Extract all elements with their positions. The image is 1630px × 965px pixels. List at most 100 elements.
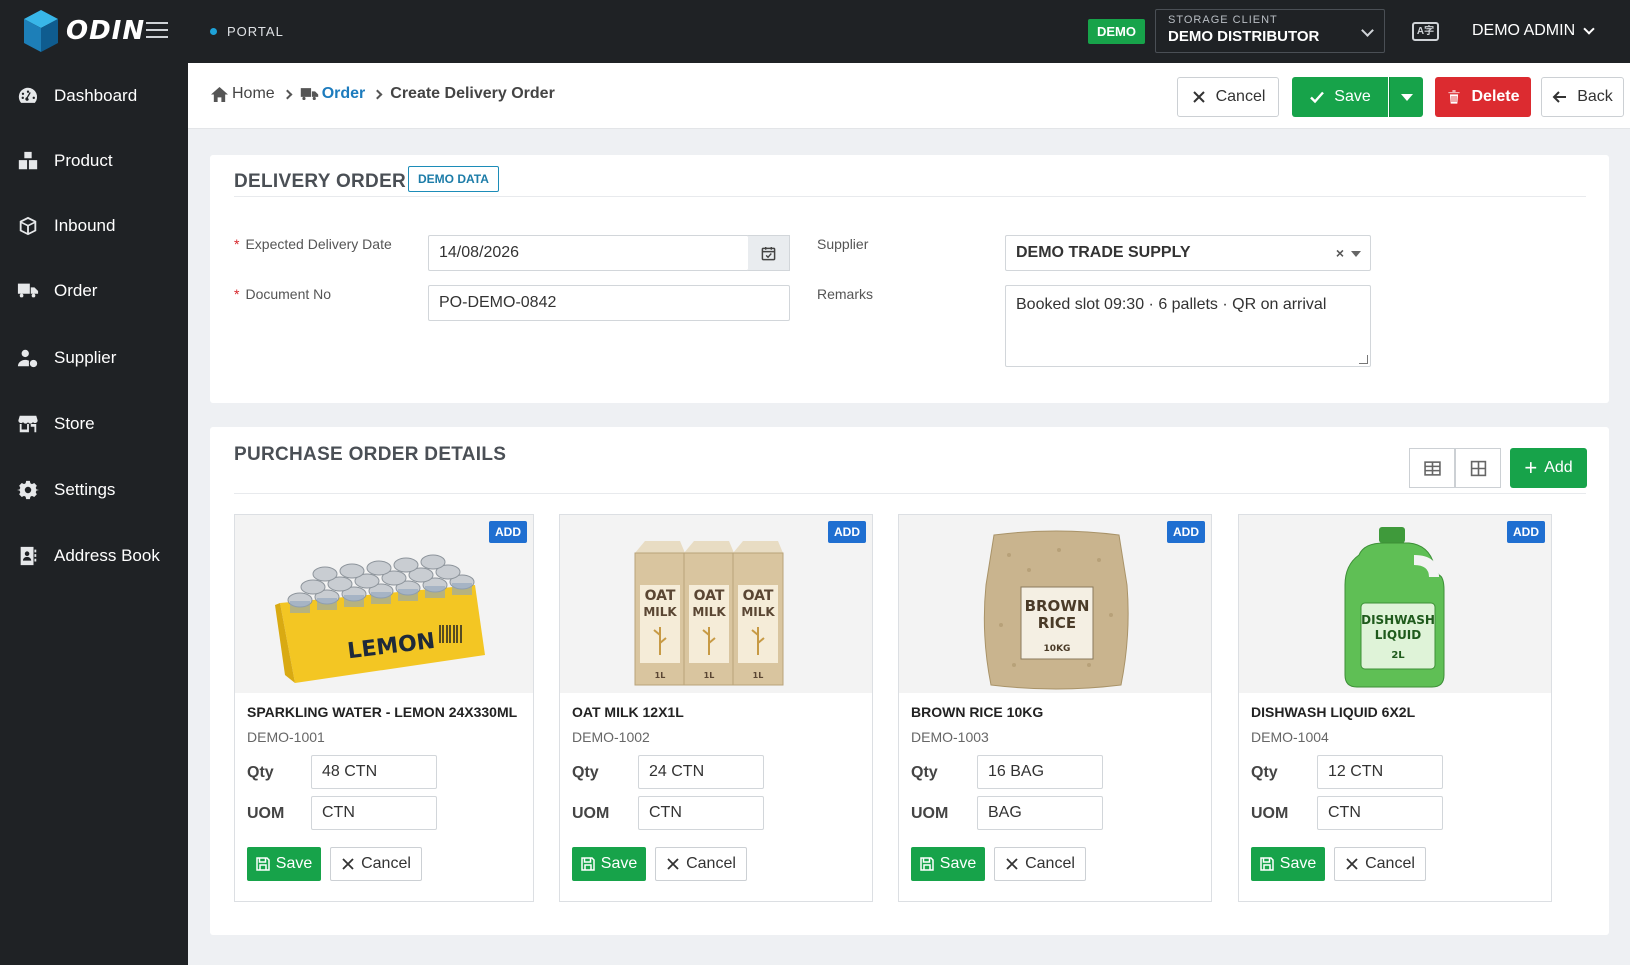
resize-handle-icon[interactable]	[1359, 355, 1368, 364]
storage-client-select[interactable]: STORAGE CLIENT DEMO DISTRIBUTOR	[1155, 9, 1385, 53]
language-icon[interactable]: A字	[1412, 22, 1439, 41]
delete-button[interactable]: Delete	[1435, 77, 1531, 117]
breadcrumb-order-label: Order	[321, 85, 366, 102]
add-product-badge[interactable]: ADD	[828, 521, 866, 543]
uom-input[interactable]: CTN	[1317, 796, 1443, 830]
grid-view-toggle[interactable]	[1409, 448, 1455, 488]
product-card: DISHWASH LIQUID 2L ADD DISHWASH LIQUID 6X2…	[1238, 514, 1552, 902]
add-product-badge[interactable]: ADD	[1167, 521, 1205, 543]
save-options-dropdown[interactable]	[1389, 77, 1423, 117]
uom-input[interactable]: CTN	[638, 796, 764, 830]
back-button-label: Back	[1577, 88, 1613, 105]
table-icon	[1423, 460, 1441, 476]
breadcrumb-home[interactable]: Home	[210, 85, 275, 103]
plus-icon: +	[1524, 455, 1538, 480]
product-image: DISHWASH LIQUID 2L ADD	[1239, 515, 1551, 693]
sidebar-item-dashboard[interactable]: Dashboard	[0, 73, 188, 119]
product-image: OAT MILK OAT MILK OAT MILK 1L 1L 1L ADD	[560, 515, 872, 693]
box-icon	[19, 216, 37, 236]
sidebar-item-label: Supplier	[54, 348, 117, 367]
store-icon	[18, 415, 38, 433]
storage-client-value: DEMO DISTRIBUTOR	[1168, 28, 1320, 45]
menu-toggle-icon[interactable]	[146, 22, 168, 40]
image-text: MILK	[692, 605, 726, 619]
sidebar-item-settings[interactable]: Settings	[0, 467, 188, 513]
product-code: DEMO-1001	[247, 729, 325, 745]
item-save-button[interactable]: Save	[247, 847, 321, 881]
uom-input[interactable]: CTN	[311, 796, 437, 830]
user-name: DEMO ADMIN	[1472, 22, 1576, 39]
remarks-textarea[interactable]: Booked slot 09:30 · 6 pallets · QR on ar…	[1005, 285, 1371, 367]
image-text: OAT	[694, 588, 725, 604]
card-view-toggle[interactable]	[1455, 448, 1501, 488]
product-name: OAT MILK 12X1L	[572, 704, 684, 720]
truck-icon	[17, 283, 39, 298]
back-button[interactable]: Back	[1541, 77, 1624, 117]
product-image: LEMON ADD	[235, 515, 533, 693]
item-cancel-label: Cancel	[686, 855, 736, 872]
sidebar-item-order[interactable]: Order	[0, 268, 188, 314]
sidebar-item-label: Product	[54, 151, 113, 170]
cancel-button[interactable]: Cancel	[1177, 77, 1279, 117]
close-icon	[1346, 858, 1358, 870]
qty-input[interactable]: 16 BAG	[977, 755, 1103, 789]
add-product-badge[interactable]: ADD	[1507, 521, 1545, 543]
qty-input[interactable]: 48 CTN	[311, 755, 437, 789]
clear-icon[interactable]: ×	[1336, 245, 1344, 261]
item-cancel-button[interactable]: Cancel	[994, 847, 1086, 881]
chevron-right-icon	[282, 89, 293, 99]
uom-label: UOM	[572, 805, 610, 822]
trash-icon	[1448, 89, 1461, 105]
user-menu[interactable]: DEMO ADMIN	[1472, 22, 1595, 40]
save-button-label: Save	[1334, 88, 1371, 105]
uom-input[interactable]: BAG	[977, 796, 1103, 830]
item-save-button[interactable]: Save	[1251, 847, 1325, 881]
item-save-button[interactable]: Save	[911, 847, 985, 881]
product-name: BROWN RICE 10KG	[911, 704, 1044, 720]
add-item-button[interactable]: + Add	[1510, 448, 1587, 488]
image-text: BROWN	[1025, 597, 1090, 615]
save-button[interactable]: Save	[1292, 77, 1388, 117]
logo[interactable]: ODIN	[22, 8, 145, 54]
uom-label: UOM	[247, 805, 285, 822]
qty-label: Qty	[572, 764, 599, 781]
qty-input[interactable]: 12 CTN	[1317, 755, 1443, 789]
sidebar-item-product[interactable]: Product	[0, 138, 188, 184]
purchase-order-details-title: PURCHASE ORDER DETAILS	[234, 444, 507, 465]
document-no-input[interactable]: PO-DEMO-0842	[428, 285, 790, 321]
calendar-icon	[761, 246, 776, 260]
expected-delivery-date-input[interactable]: 14/08/2026	[428, 235, 749, 271]
add-product-badge[interactable]: ADD	[489, 521, 527, 543]
close-icon	[1192, 91, 1205, 103]
image-text: OAT	[743, 588, 774, 604]
image-text: DISHWASH	[1361, 613, 1435, 627]
item-cancel-button[interactable]: Cancel	[330, 847, 422, 881]
remarks-value: Booked slot 09:30 · 6 pallets · QR on ar…	[1016, 296, 1327, 313]
item-cancel-button[interactable]: Cancel	[1334, 847, 1426, 881]
portal-label: PORTAL	[210, 24, 284, 39]
close-icon	[667, 858, 679, 870]
sidebar-item-label: Order	[54, 281, 98, 300]
qty-input[interactable]: 24 CTN	[638, 755, 764, 789]
boxes-icon	[18, 151, 38, 170]
image-text: MILK	[643, 605, 677, 619]
purchase-order-details-card: PURCHASE ORDER DETAILS + Add LEMON ADD S…	[210, 427, 1609, 935]
sidebar-item-address-book[interactable]: Address Book	[0, 533, 188, 579]
calendar-button[interactable]	[748, 235, 790, 271]
item-save-button[interactable]: Save	[572, 847, 646, 881]
breadcrumb-order[interactable]: Order	[300, 85, 366, 103]
sidebar-item-store[interactable]: Store	[0, 401, 188, 447]
product-name: DISHWASH LIQUID 6X2L	[1251, 704, 1416, 720]
supplier-select[interactable]: DEMO TRADE SUPPLY ×	[1005, 235, 1371, 271]
gear-icon	[17, 480, 39, 500]
item-cancel-label: Cancel	[361, 855, 411, 872]
item-cancel-button[interactable]: Cancel	[655, 847, 747, 881]
floppy-disk-icon	[920, 857, 934, 871]
demo-badge: DEMO	[1088, 19, 1145, 44]
expected-delivery-date-label: * Expected Delivery Date	[234, 236, 392, 252]
divider	[234, 196, 1586, 197]
image-text: OAT	[645, 588, 676, 604]
oat-milk-image: OATMILK OATMILK OATMILK 1L 1L 1L	[560, 515, 872, 693]
sidebar-item-inbound[interactable]: Inbound	[0, 203, 188, 249]
sidebar-item-supplier[interactable]: Supplier	[0, 335, 188, 381]
